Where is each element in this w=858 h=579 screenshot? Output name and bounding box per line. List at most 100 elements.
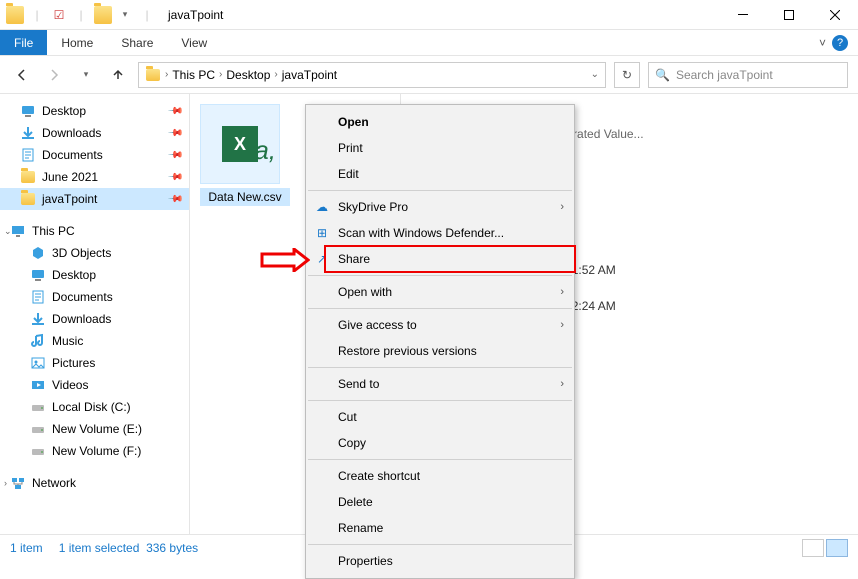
menu-item-label: Edit (338, 167, 359, 181)
menu-item[interactable]: ☁SkyDrive Pro› (306, 194, 574, 220)
file-item[interactable]: X a, Data New.csv (200, 104, 290, 206)
documents-icon (30, 289, 46, 305)
chevron-right-icon[interactable]: › (165, 69, 168, 80)
menu-item[interactable]: ↗Share (306, 246, 574, 272)
menu-separator (308, 367, 572, 368)
file-tab[interactable]: File (0, 30, 47, 55)
breadcrumb-segment[interactable]: javaTpoint (282, 68, 337, 82)
back-button[interactable] (10, 63, 34, 87)
close-button[interactable] (812, 0, 858, 30)
menu-item-label: Cut (338, 410, 357, 424)
menu-item[interactable]: Delete (306, 489, 574, 515)
pin-icon: 📌 (166, 147, 183, 164)
sidebar-item-network[interactable]: ›Network (0, 472, 189, 494)
menu-item-label: Rename (338, 521, 383, 535)
sidebar-item[interactable]: Desktop 📌 (0, 100, 189, 122)
sidebar-item[interactable]: Music (0, 330, 189, 352)
shield-icon: ⊞ (314, 225, 330, 241)
menu-item-label: Send to (338, 377, 379, 391)
sidebar-item[interactable]: javaTpoint📌 (0, 188, 189, 210)
large-icons-view-button[interactable] (826, 539, 848, 557)
menu-item[interactable]: Open (306, 109, 574, 135)
drive-icon (30, 421, 46, 437)
folder-icon (20, 169, 36, 185)
qat-sep: | (138, 6, 156, 24)
menu-item[interactable]: Give access to› (306, 312, 574, 338)
pin-icon: 📌 (166, 103, 183, 120)
sidebar-item-label: Downloads (42, 126, 101, 140)
menu-item-label: Copy (338, 436, 366, 450)
maximize-button[interactable] (766, 0, 812, 30)
menu-item-label: SkyDrive Pro (338, 200, 408, 214)
sidebar-item-label: New Volume (F:) (52, 444, 141, 458)
chevron-right-icon: › (560, 201, 564, 213)
sidebar-item[interactable]: Downloads📌 (0, 122, 189, 144)
menu-item[interactable]: Open with› (306, 279, 574, 305)
minimize-button[interactable] (720, 0, 766, 30)
sidebar-item-label: 3D Objects (52, 246, 111, 260)
sidebar-item-this-pc[interactable]: ⌄This PC (0, 220, 189, 242)
sidebar-item[interactable]: 3D Objects (0, 242, 189, 264)
videos-icon (30, 377, 46, 393)
breadcrumb-segment[interactable]: Desktop (226, 68, 270, 82)
menu-item[interactable]: Restore previous versions (306, 338, 574, 364)
up-button[interactable] (106, 63, 130, 87)
network-icon (10, 475, 26, 491)
menu-item[interactable]: Send to› (306, 371, 574, 397)
menu-item[interactable]: Rename (306, 515, 574, 541)
sidebar-item-label: June 2021 (42, 170, 98, 184)
help-icon[interactable]: ? (832, 35, 848, 51)
chevron-right-icon[interactable]: › (274, 69, 277, 80)
desktop-icon (20, 103, 36, 119)
refresh-button[interactable]: ↻ (614, 62, 640, 88)
menu-item[interactable]: Print (306, 135, 574, 161)
menu-item[interactable]: Properties (306, 548, 574, 574)
menu-separator (308, 459, 572, 460)
sidebar-item[interactable]: Desktop (0, 264, 189, 286)
downloads-icon (30, 311, 46, 327)
file-name-label[interactable]: Data New.csv (200, 188, 290, 206)
tab-share[interactable]: Share (107, 30, 167, 55)
search-placeholder: Search javaTpoint (676, 68, 773, 82)
sidebar-item[interactable]: Videos (0, 374, 189, 396)
sidebar-item[interactable]: New Volume (F:) (0, 440, 189, 462)
breadcrumb-segment[interactable]: This PC (172, 68, 215, 82)
forward-button[interactable] (42, 63, 66, 87)
properties-icon[interactable]: ☑ (50, 6, 68, 24)
sidebar-item[interactable]: June 2021📌 (0, 166, 189, 188)
search-icon: 🔍 (655, 68, 670, 82)
menu-item[interactable]: Edit (306, 161, 574, 187)
search-input[interactable]: 🔍 Search javaTpoint (648, 62, 848, 88)
chevron-right-icon[interactable]: › (219, 69, 222, 80)
menu-item[interactable]: Cut (306, 404, 574, 430)
menu-separator (308, 308, 572, 309)
sidebar-item[interactable]: New Volume (E:) (0, 418, 189, 440)
tab-home[interactable]: Home (47, 30, 107, 55)
sidebar-item-label: Documents (52, 290, 113, 304)
pc-icon (10, 223, 26, 239)
details-view-button[interactable] (802, 539, 824, 557)
sidebar-item[interactable]: Pictures (0, 352, 189, 374)
sidebar-item[interactable]: Downloads (0, 308, 189, 330)
sidebar-item[interactable]: Documents 📌 (0, 144, 189, 166)
breadcrumb[interactable]: › This PC › Desktop › javaTpoint ⌄ (138, 62, 606, 88)
menu-item-label: Open with (338, 285, 392, 299)
sidebar-item-label: Documents (42, 148, 103, 162)
menu-item[interactable]: Create shortcut (306, 463, 574, 489)
item-count: 1 item (10, 541, 43, 555)
file-thumbnail: X a, (200, 104, 280, 184)
sidebar-item-label: Desktop (42, 104, 86, 118)
address-dropdown-icon[interactable]: ⌄ (591, 69, 599, 80)
history-dropdown[interactable]: ▾ (74, 63, 98, 87)
sidebar-item[interactable]: Documents (0, 286, 189, 308)
qat-dropdown-icon[interactable]: ▾ (116, 6, 134, 24)
selection-info: 1 item selected 336 bytes (59, 541, 198, 555)
menu-item[interactable]: Copy (306, 430, 574, 456)
menu-item-label: Print (338, 141, 363, 155)
menu-item[interactable]: ⊞Scan with Windows Defender... (306, 220, 574, 246)
tab-view[interactable]: View (167, 30, 221, 55)
sidebar-item[interactable]: Local Disk (C:) (0, 396, 189, 418)
ribbon-expand-icon[interactable]: ˅ (819, 36, 826, 50)
navigation-pane: Desktop 📌 Downloads📌 Documents 📌 June 2021📌ja… (0, 94, 190, 534)
address-bar-row: ▾ › This PC › Desktop › javaTpoint ⌄ ↻ 🔍… (0, 56, 858, 94)
